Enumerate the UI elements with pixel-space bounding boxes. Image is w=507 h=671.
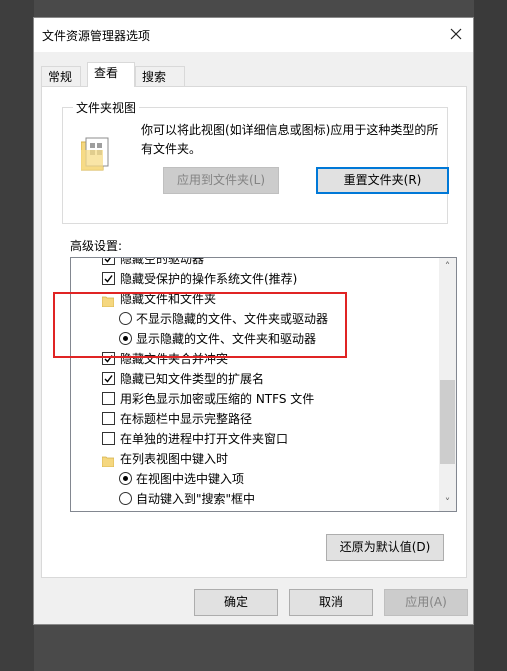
apply-button[interactable]: 应用(A) xyxy=(384,589,468,616)
background-right xyxy=(474,0,507,671)
apply-to-folders-button[interactable]: 应用到文件夹(L) xyxy=(163,167,279,194)
checkbox-unchecked-icon[interactable] xyxy=(102,412,115,425)
setting-label: 隐藏受保护的操作系统文件(推荐) xyxy=(120,272,298,286)
setting-radio-row[interactable]: 在视图中选中键入项 xyxy=(71,469,439,489)
close-button[interactable] xyxy=(445,23,467,45)
checkbox-checked-icon[interactable] xyxy=(102,372,115,385)
folder-icon xyxy=(101,453,115,468)
reset-folders-button[interactable]: 重置文件夹(R) xyxy=(316,167,449,194)
checkbox-checked-icon[interactable] xyxy=(102,272,115,285)
setting-label: 在单独的进程中打开文件夹窗口 xyxy=(120,432,289,446)
folder-view-icon xyxy=(81,137,109,171)
restore-defaults-button[interactable]: 还原为默认值(D) xyxy=(326,534,444,561)
setting-checkbox-row[interactable]: 隐藏已知文件类型的扩展名 xyxy=(71,369,439,389)
tab-general[interactable]: 常规 xyxy=(41,66,81,86)
setting-label: 自动键入到"搜索"框中 xyxy=(136,492,256,506)
setting-checkbox-row[interactable]: 在单独的进程中打开文件夹窗口 xyxy=(71,429,439,449)
setting-label: 在视图中选中键入项 xyxy=(136,472,245,486)
setting-checkbox-row[interactable]: 隐藏空的驱动器 xyxy=(71,258,439,269)
setting-checkbox-row[interactable]: 在标题栏中显示完整路径 xyxy=(71,409,439,429)
scroll-up-icon[interactable]: ˄ xyxy=(439,258,456,275)
setting-label: 用彩色显示加密或压缩的 NTFS 文件 xyxy=(120,392,315,406)
checkbox-unchecked-icon[interactable] xyxy=(102,432,115,445)
dialog-title: 文件资源管理器选项 xyxy=(42,29,151,43)
tab-view[interactable]: 查看 xyxy=(87,62,135,87)
tab-search[interactable]: 搜索 xyxy=(135,66,185,86)
setting-label: 在列表视图中键入时 xyxy=(120,452,229,466)
setting-label: 在标题栏中显示完整路径 xyxy=(120,412,253,426)
vertical-scrollbar[interactable]: ˄ ˅ xyxy=(439,258,456,511)
scroll-down-icon[interactable]: ˅ xyxy=(439,494,456,511)
close-icon xyxy=(450,28,462,40)
radio-unselected-icon[interactable] xyxy=(119,492,132,505)
checkbox-unchecked-icon[interactable] xyxy=(102,392,115,405)
setting-radio-row[interactable]: 自动键入到"搜索"框中 xyxy=(71,489,439,509)
radio-selected-icon[interactable] xyxy=(119,472,132,485)
cancel-button[interactable]: 取消 xyxy=(289,589,373,616)
title-bar: 文件资源管理器选项 xyxy=(34,18,473,52)
checkbox-checked-icon[interactable] xyxy=(102,258,115,265)
advanced-settings-label: 高级设置: xyxy=(70,239,123,253)
folder-view-description: 你可以将此视图(如详细信息或图标)应用于这种类型的所有文件夹。 xyxy=(141,123,439,156)
scroll-thumb[interactable] xyxy=(440,380,455,464)
setting-label: 隐藏空的驱动器 xyxy=(120,258,205,266)
setting-folder-row: 在列表视图中键入时 xyxy=(71,449,439,469)
folder-view-label: 文件夹视图 xyxy=(73,99,140,116)
background-left xyxy=(0,0,34,671)
setting-checkbox-row[interactable]: 用彩色显示加密或压缩的 NTFS 文件 xyxy=(71,389,439,409)
setting-label: 隐藏已知文件类型的扩展名 xyxy=(120,372,265,386)
ok-button[interactable]: 确定 xyxy=(194,589,278,616)
folder-view-group: 文件夹视图 你可以将此视图(如详细信息或图标)应用于这种类型的所有文件夹。 应用… xyxy=(62,99,449,224)
highlight-box xyxy=(53,292,347,358)
setting-checkbox-row[interactable]: 隐藏受保护的操作系统文件(推荐) xyxy=(71,269,439,289)
